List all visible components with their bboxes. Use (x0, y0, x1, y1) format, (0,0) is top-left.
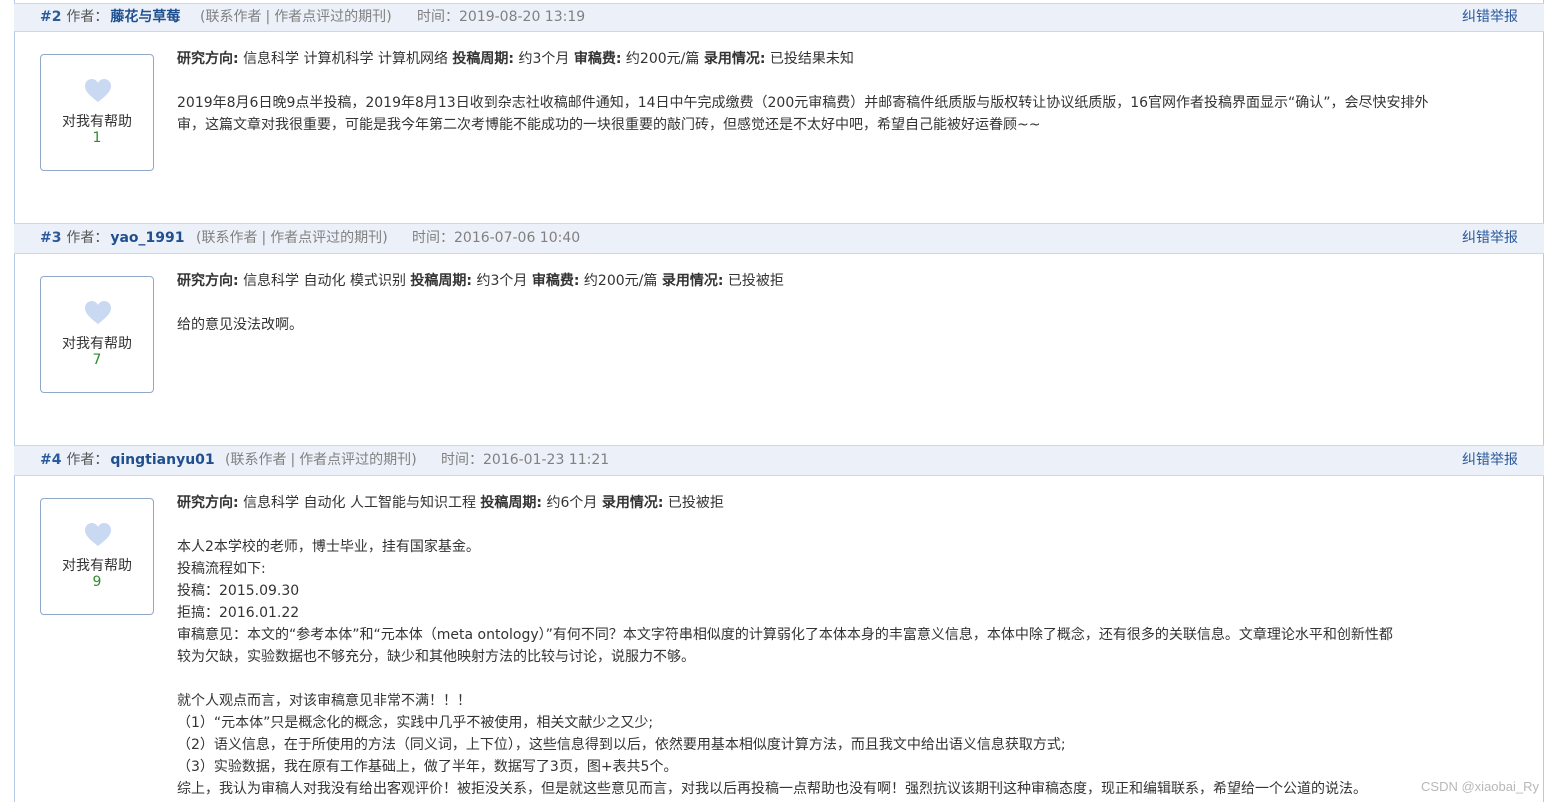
post-meta: 研究方向: 信息科学 计算机科学 计算机网络 投稿周期: 约3个月 审稿费: 约… (177, 51, 854, 67)
review-cycle: 约3个月 (476, 273, 528, 289)
acceptance-status: 已投结果未知 (769, 51, 854, 67)
post-text-line: 投稿流程如下: (177, 561, 266, 577)
comment-post-4: #4 作者： qingtianyu01 (联系作者 | 作者点评过的期刊) 时间：20… (14, 445, 1544, 802)
helpful-label: 对我有帮助 (62, 336, 132, 352)
contact-author-link[interactable]: 联系作者 (230, 452, 286, 468)
author-link[interactable]: 藤花与草莓 (110, 9, 180, 25)
csdn-watermark: CSDN @xiaobai_Ry (1421, 779, 1539, 794)
post-body: 研究方向: 信息科学 自动化 模式识别 投稿周期: 约3个月 审稿费: 约200… (177, 270, 1522, 336)
report-link[interactable]: 纠错举报 (1462, 224, 1518, 253)
post-body: 研究方向: 信息科学 自动化 人工智能与知识工程 投稿周期: 约6个月 录用情况… (177, 492, 1522, 800)
report-link[interactable]: 纠错举报 (1462, 4, 1518, 31)
post-header: #2 作者： 藤花与草莓 (联系作者 | 作者点评过的期刊) 时间：2019-08-2… (14, 3, 1544, 32)
post-text-line: 综上，我认为审稿人对我没有给出客观评价！被拒没关系，但是就这些意见而言，对我以后… (177, 781, 1367, 797)
helpful-button[interactable]: 对我有帮助 7 (40, 276, 154, 393)
reviewed-journals-link[interactable]: 作者点评过的期刊 (274, 9, 386, 25)
reviewed-journals-link[interactable]: 作者点评过的期刊 (270, 230, 382, 246)
post-time: 时间：2016-07-06 10:40 (412, 230, 581, 246)
review-cycle: 约6个月 (546, 495, 598, 511)
author-link[interactable]: qingtianyu01 (110, 452, 214, 468)
acceptance-status: 已投被拒 (727, 273, 784, 289)
comment-post-2: #2 作者： 藤花与草莓 (联系作者 | 作者点评过的期刊) 时间：2019-08-2… (14, 3, 1544, 223)
post-header: #4 作者： qingtianyu01 (联系作者 | 作者点评过的期刊) 时间：20… (14, 445, 1544, 476)
helpful-button[interactable]: 对我有帮助 1 (40, 54, 154, 171)
review-cycle: 约3个月 (518, 51, 570, 67)
post-text-line: （2）语义信息，在于所使用的方法（同义词，上下位），这些信息得到以后，依然要用基… (177, 737, 1066, 753)
post-text-line: 拒搞：2016.01.22 (177, 605, 300, 621)
post-text-line: 投稿：2015.09.30 (177, 583, 300, 599)
acceptance-status: 已投被拒 (667, 495, 724, 511)
heart-icon (85, 523, 111, 546)
author-links: (联系作者 | 作者点评过的期刊) (225, 452, 417, 468)
author-label: 作者： (66, 9, 109, 25)
post-body: 研究方向: 信息科学 计算机科学 计算机网络 投稿周期: 约3个月 审稿费: 约… (177, 48, 1522, 136)
post-text-line: 本人2本学校的老师，博士毕业，挂有国家基金。 (177, 539, 480, 555)
author-links: (联系作者 | 作者点评过的期刊) (196, 230, 388, 246)
contact-author-link[interactable]: 联系作者 (201, 230, 257, 246)
post-number: #3 (40, 230, 62, 246)
post-number: #4 (40, 452, 62, 468)
contact-author-link[interactable]: 联系作者 (205, 9, 261, 25)
post-text-line: 就个人观点而言，对该审稿意见非常不满！！！ (177, 693, 471, 709)
comment-post-3: #3 作者： yao_1991 (联系作者 | 作者点评过的期刊) 时间：2016-0… (14, 223, 1544, 445)
helpful-button[interactable]: 对我有帮助 9 (40, 498, 154, 615)
post-meta: 研究方向: 信息科学 自动化 模式识别 投稿周期: 约3个月 审稿费: 约200… (177, 273, 784, 289)
helpful-label: 对我有帮助 (62, 558, 132, 574)
reviewed-journals-link[interactable]: 作者点评过的期刊 (299, 452, 411, 468)
post-time: 时间：2016-01-23 11:21 (441, 452, 610, 468)
post-time: 时间：2019-08-20 13:19 (417, 9, 586, 25)
post-meta: 研究方向: 信息科学 自动化 人工智能与知识工程 投稿周期: 约6个月 录用情况… (177, 495, 724, 511)
post-text-line: 较为欠缺，实验数据也不够充分，缺少和其他映射方法的比较与讨论，说服力不够。 (177, 649, 695, 665)
review-fee: 约200元/篇 (625, 51, 700, 67)
heart-icon (85, 301, 111, 324)
post-header: #3 作者： yao_1991 (联系作者 | 作者点评过的期刊) 时间：2016-0… (14, 223, 1544, 254)
research-field: 信息科学 计算机科学 计算机网络 (243, 51, 448, 67)
helpful-count: 9 (92, 574, 102, 590)
helpful-count: 7 (92, 352, 102, 368)
author-label: 作者： (66, 452, 109, 468)
post-text-line: 审稿意见：本文的“参考本体”和“元本体（meta ontology）”有何不同？… (177, 627, 1393, 643)
post-text-line: 2019年8月6日晚9点半投稿，2019年8月13日收到杂志社收稿邮件通知，14… (177, 95, 1429, 111)
post-text-line: 审，这篇文章对我很重要，可能是我今年第二次考博能不能成功的一块很重要的敲门砖，但… (177, 117, 1041, 133)
post-text-line: （1）“元本体”只是概念化的概念，实践中几乎不被使用，相关文献少之又少; (177, 715, 654, 731)
post-text-line: 给的意见没法改啊。 (177, 317, 303, 333)
helpful-label: 对我有帮助 (62, 114, 132, 130)
author-links: (联系作者 | 作者点评过的期刊) (200, 9, 392, 25)
research-field: 信息科学 自动化 模式识别 (243, 273, 406, 289)
heart-icon (85, 79, 111, 102)
review-fee: 约200元/篇 (583, 273, 658, 289)
post-text-line: （3）实验数据，我在原有工作基础上，做了半年，数据写了3页，图+表共5个。 (177, 759, 678, 775)
author-link[interactable]: yao_1991 (110, 230, 184, 246)
report-link[interactable]: 纠错举报 (1462, 446, 1518, 475)
research-field: 信息科学 自动化 人工智能与知识工程 (243, 495, 476, 511)
helpful-count: 1 (92, 130, 102, 146)
author-label: 作者： (66, 230, 109, 246)
post-number: #2 (40, 9, 62, 25)
